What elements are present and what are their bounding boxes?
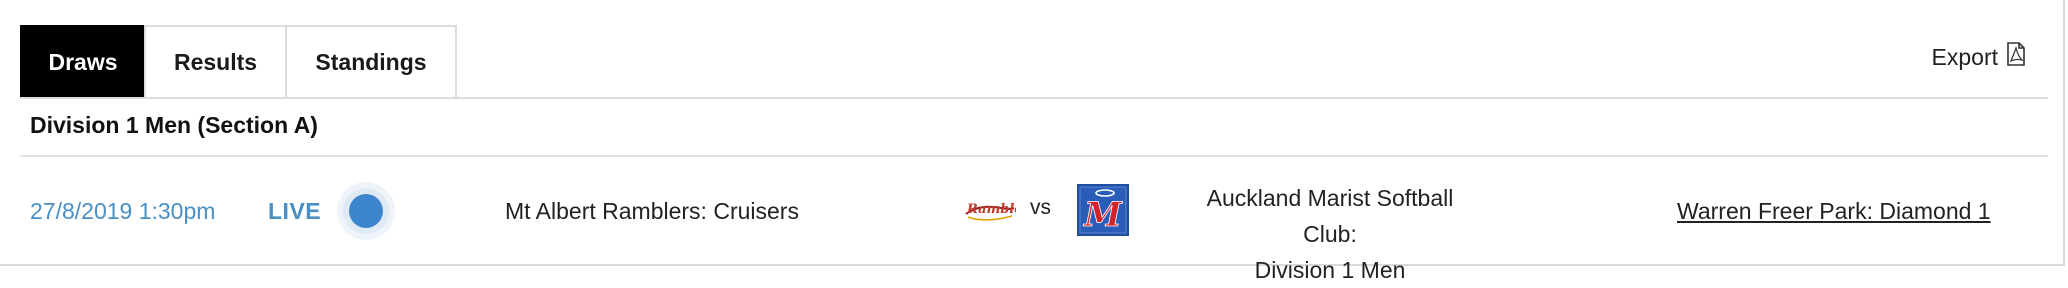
live-status: LIVE [268,198,322,224]
home-logo-text: Ramblers [966,202,1016,217]
venue-link[interactable]: Warren Freer Park: Diamond 1 [1677,198,1991,225]
away-team-line2: Division 1 Men [1254,257,1406,283]
tab-bar: Draws Results Standings [20,25,457,97]
live-indicator-icon [337,182,395,240]
pdf-file-icon [2006,42,2026,72]
export-label: Export [1931,43,1998,70]
away-team-logo[interactable]: M [1077,184,1129,241]
section-divider [20,155,2048,157]
home-team-logo[interactable]: Ramblers [964,196,1037,229]
tab-divider [20,97,2048,99]
section-title: Division 1 Men (Section A) [30,112,318,138]
tab-standings[interactable]: Standings [285,25,457,97]
match-datetime-link[interactable]: 27/8/2019 1:30pm [30,198,215,225]
home-team-name[interactable]: Mt Albert Ramblers: Cruisers [505,198,799,225]
match-row: 27/8/2019 1:30pm LIVE Mt Albert Ramblers… [0,160,2065,283]
away-team-name[interactable]: Auckland Marist Softball Club: Division … [1205,180,1455,288]
versus-label: vs [1030,196,1051,219]
away-team-line1: Auckland Marist Softball Club: [1206,185,1454,247]
tab-results[interactable]: Results [144,25,287,97]
tab-draws[interactable]: Draws [20,25,146,97]
away-logo-letter: M [1083,195,1123,235]
export-button[interactable]: Export [1932,42,2026,72]
